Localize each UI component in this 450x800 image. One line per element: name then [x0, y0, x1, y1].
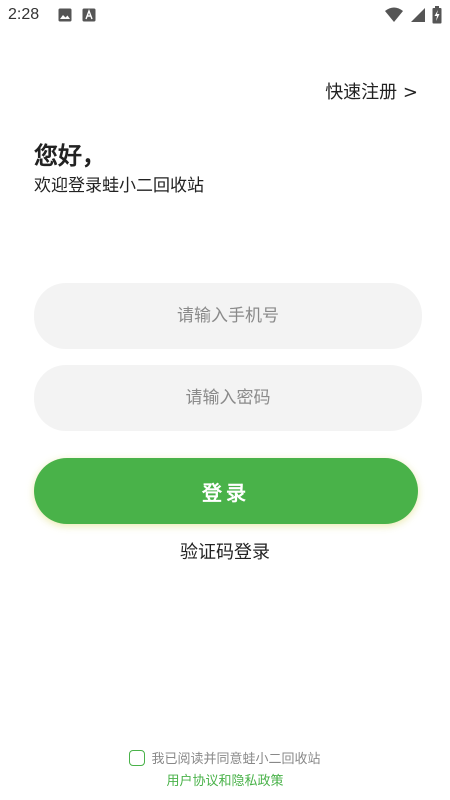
phone-input[interactable] [34, 283, 422, 349]
code-login-link[interactable]: 验证码登录 [0, 538, 450, 564]
wifi-icon [385, 7, 403, 22]
welcome-subtitle: 欢迎登录蛙小二回收站 [34, 176, 204, 196]
battery-charging-icon [432, 6, 442, 24]
status-time: 2:28 [8, 6, 40, 23]
signal-icon [411, 8, 425, 22]
agreement-row: 我已阅读并同意蛙小二回收站 [0, 748, 450, 767]
status-bar: 2:28 [0, 0, 450, 30]
greeting-title: 您好， [34, 142, 106, 170]
status-left-icons [58, 8, 96, 22]
password-input[interactable] [34, 365, 422, 431]
agreement-checkbox[interactable] [129, 749, 146, 766]
policy-link[interactable]: 用户协议和隐私政策 [0, 770, 450, 789]
login-button[interactable]: 登录 [34, 458, 418, 524]
image-icon [58, 8, 72, 22]
quick-register-link[interactable]: 快速注册 > [325, 78, 418, 104]
status-right-icons [384, 6, 442, 24]
agreement-text: 我已阅读并同意蛙小二回收站 [151, 752, 321, 767]
text-a-icon [82, 8, 96, 22]
